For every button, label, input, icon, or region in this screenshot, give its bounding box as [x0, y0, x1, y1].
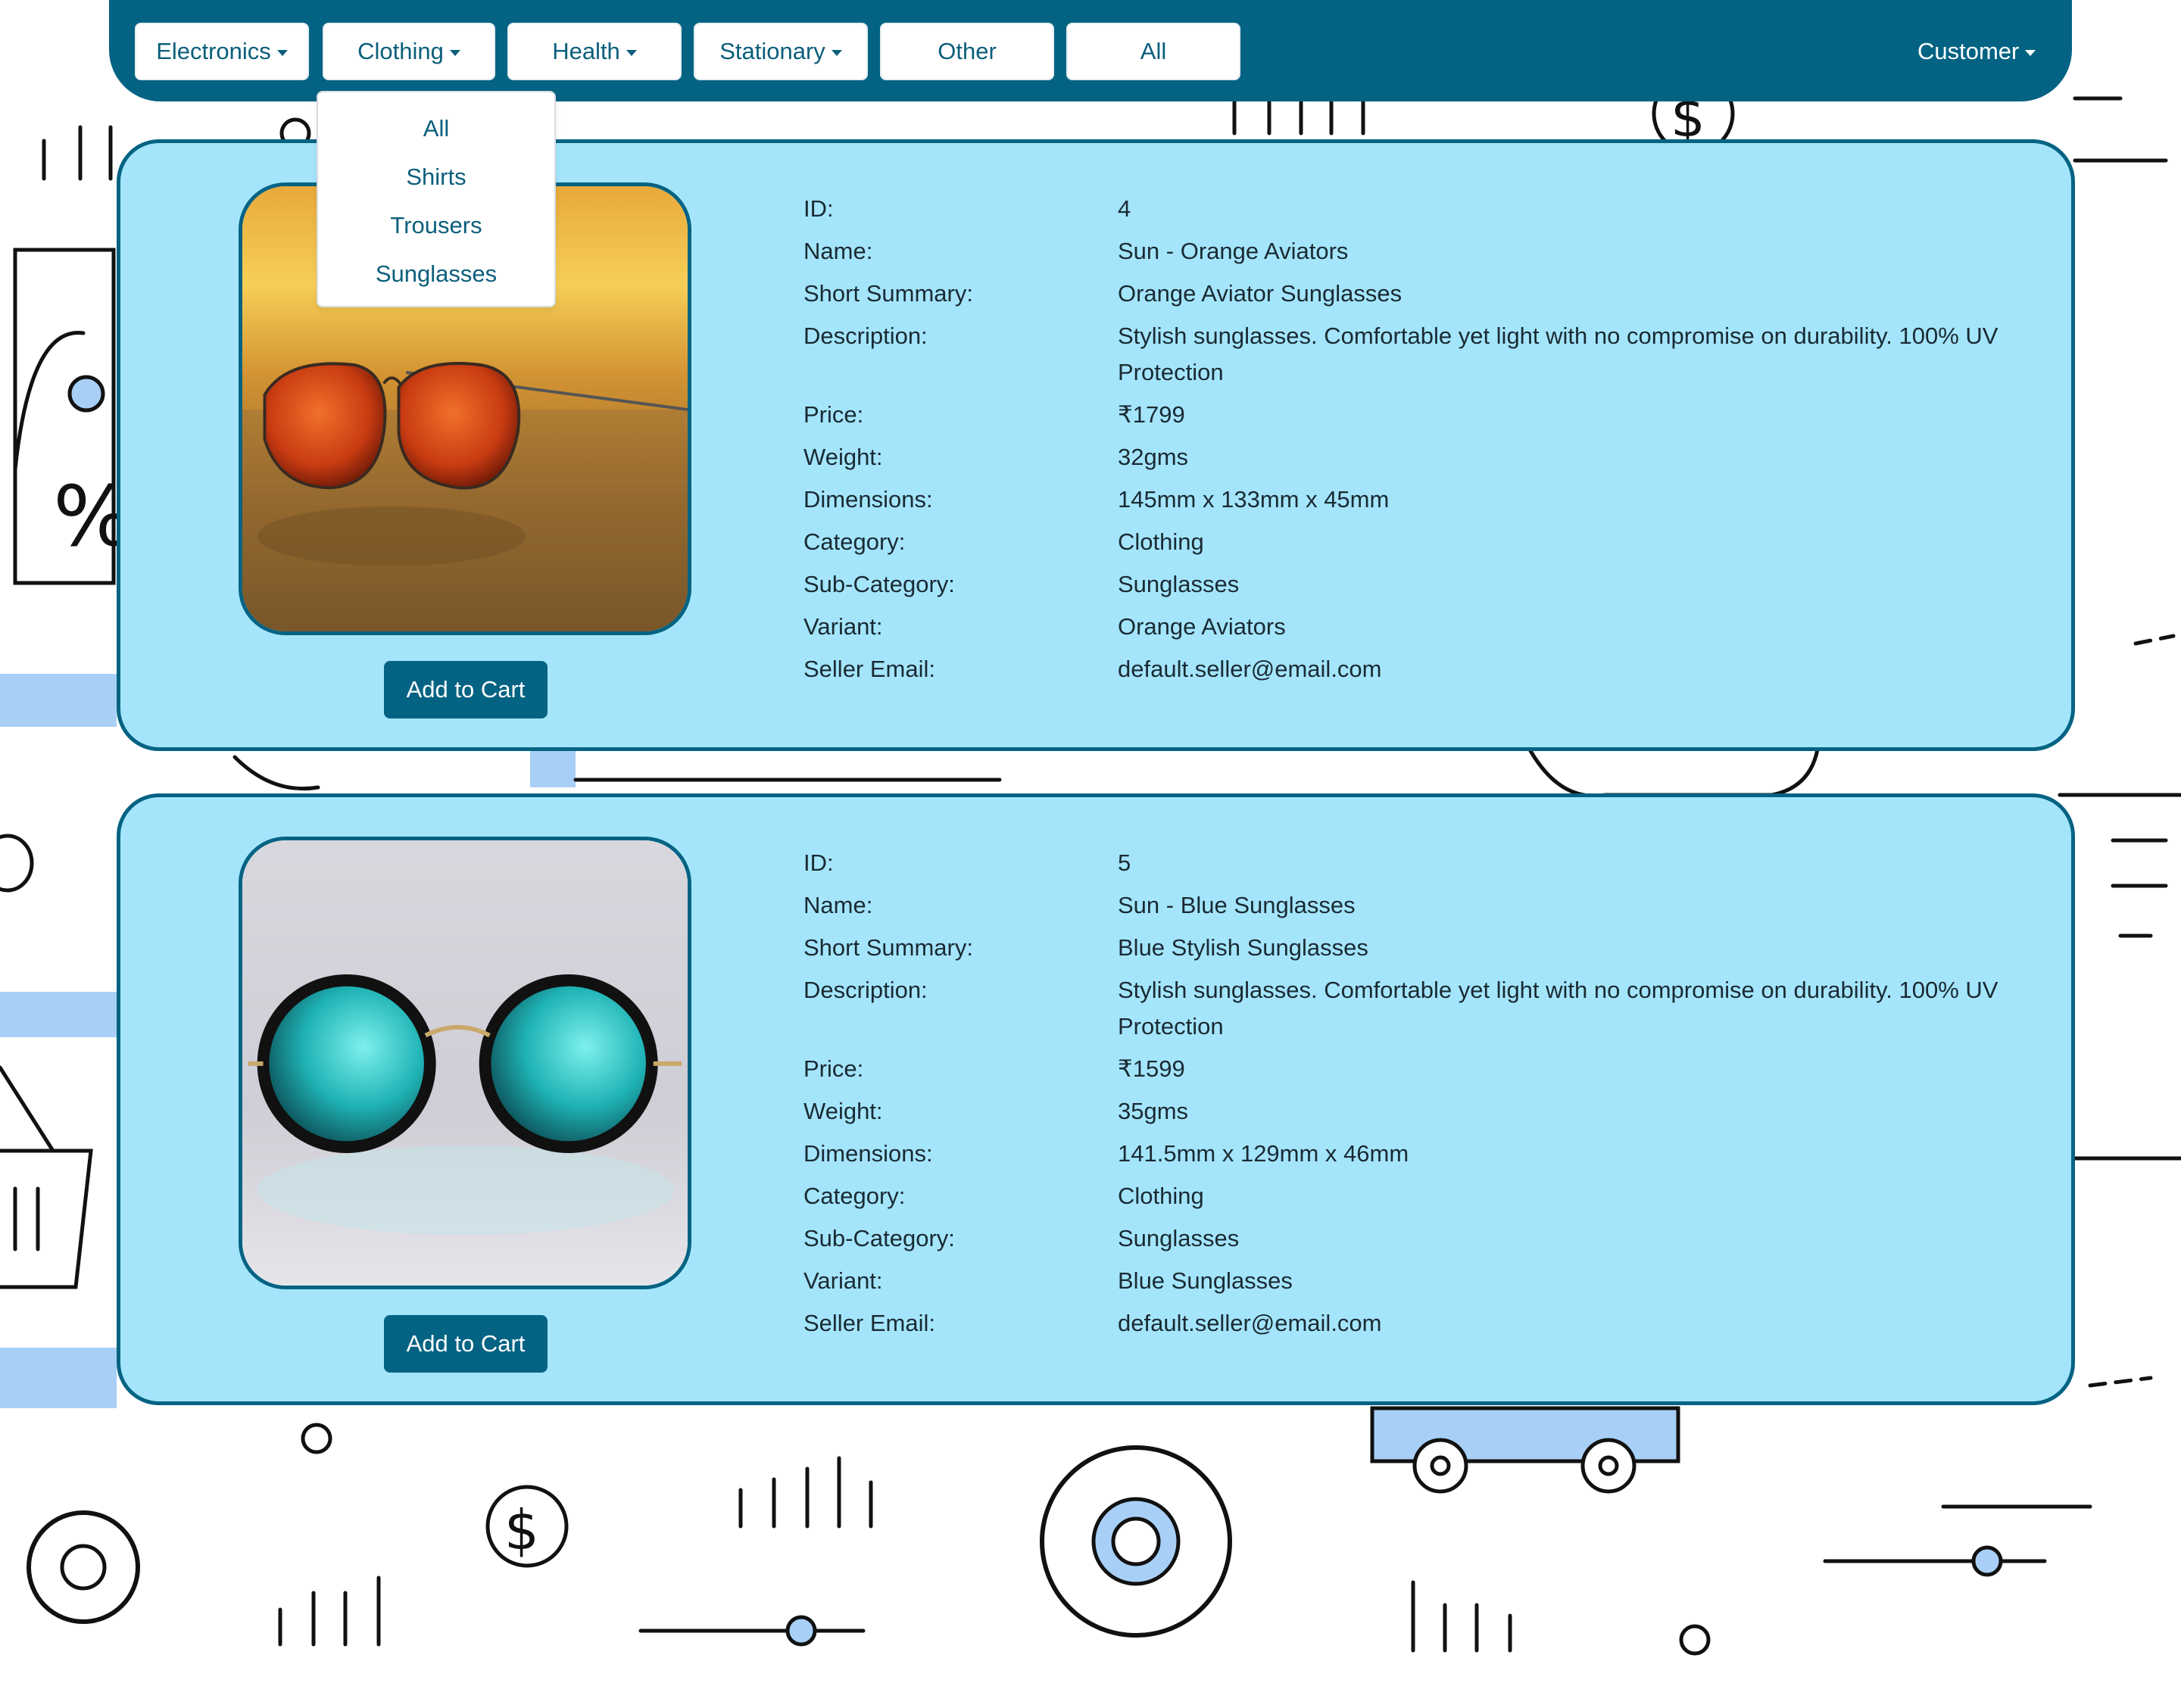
value-price: ₹1799: [1118, 401, 1185, 428]
label-dimensions: Dimensions:: [803, 486, 933, 513]
label-sub-category: Sub-Category:: [803, 571, 955, 597]
value-seller-email: default.seller@email.com: [1118, 656, 1382, 682]
nav-menu-all[interactable]: All: [1066, 23, 1240, 80]
label-seller-email: Seller Email:: [803, 1310, 935, 1336]
value-name: Sun - Blue Sunglasses: [1118, 892, 1356, 918]
value-weight: 32gms: [1118, 444, 1189, 470]
chevron-down-icon: [2025, 49, 2036, 56]
value-id: 4: [1118, 195, 1131, 222]
add-to-cart-button[interactable]: Add to Cart: [384, 1315, 548, 1373]
nav-menu-other[interactable]: Other: [880, 23, 1054, 80]
label-category: Category:: [803, 528, 906, 555]
nav-menu-health[interactable]: Health: [507, 23, 682, 80]
label-variant: Variant:: [803, 613, 883, 640]
dropdown-item-sunglasses[interactable]: Sunglasses: [318, 251, 554, 297]
nav-menu-health-label: Health: [552, 38, 620, 64]
dropdown-item-shirts[interactable]: Shirts: [318, 154, 554, 200]
nav-menu-stationary[interactable]: Stationary: [694, 23, 868, 80]
value-weight: 35gms: [1118, 1098, 1189, 1124]
blue-round-sunglasses-photo: [242, 840, 688, 1286]
label-dimensions: Dimensions:: [803, 1140, 933, 1167]
nav-menu-clothing-label: Clothing: [357, 38, 444, 64]
value-short-summary: Blue Stylish Sunglasses: [1118, 934, 1368, 961]
label-name: Name:: [803, 238, 873, 264]
value-price: ₹1599: [1118, 1055, 1185, 1082]
nav-menu-clothing[interactable]: Clothing: [323, 23, 495, 80]
label-price: Price:: [803, 1055, 864, 1082]
label-id: ID:: [803, 849, 834, 876]
dropdown-item-trousers[interactable]: Trousers: [318, 203, 554, 248]
value-name: Sun - Orange Aviators: [1118, 238, 1349, 264]
label-sub-category: Sub-Category:: [803, 1225, 955, 1251]
dropdown-item-all[interactable]: All: [318, 106, 554, 151]
value-variant: Orange Aviators: [1118, 613, 1286, 640]
label-description: Description:: [803, 977, 928, 1003]
label-seller-email: Seller Email:: [803, 656, 935, 682]
label-price: Price:: [803, 401, 864, 428]
chevron-down-icon: [831, 49, 842, 56]
nav-menu-all-label: All: [1140, 38, 1167, 64]
value-dimensions: 141.5mm x 129mm x 46mm: [1118, 1140, 1409, 1167]
value-category: Clothing: [1118, 1183, 1204, 1209]
top-navbar: Electronics Clothing Health Stationary O…: [109, 0, 2131, 101]
label-short-summary: Short Summary:: [803, 934, 973, 961]
value-variant: Blue Sunglasses: [1118, 1267, 1293, 1294]
label-short-summary: Short Summary:: [803, 280, 973, 307]
svg-text:$: $: [504, 1498, 539, 1562]
value-sub-category: Sunglasses: [1118, 1225, 1240, 1251]
value-short-summary: Orange Aviator Sunglasses: [1118, 280, 1403, 307]
chevron-down-icon: [626, 49, 637, 56]
nav-menu-electronics-label: Electronics: [156, 38, 271, 64]
chevron-down-icon: [449, 49, 460, 56]
label-weight: Weight:: [803, 1098, 883, 1124]
nav-menu-electronics[interactable]: Electronics: [135, 23, 309, 80]
nav-menu-stationary-label: Stationary: [719, 38, 825, 64]
value-seller-email: default.seller@email.com: [1118, 1310, 1382, 1336]
chevron-down-icon: [276, 49, 288, 56]
value-category: Clothing: [1118, 528, 1204, 555]
label-name: Name:: [803, 892, 873, 918]
label-variant: Variant:: [803, 1267, 883, 1294]
value-id: 5: [1118, 849, 1131, 876]
product-card: Add to Cart ID: 5 Name: Sun - Blue Sungl…: [117, 793, 2075, 1405]
clothing-dropdown-menu: All Shirts Trousers Sunglasses: [317, 91, 556, 307]
shopping-cart-icon[interactable]: [2083, 27, 2133, 77]
label-category: Category:: [803, 1183, 906, 1209]
customer-menu[interactable]: Customer: [1917, 23, 2036, 80]
customer-menu-label: Customer: [1917, 38, 2020, 64]
add-to-cart-button[interactable]: Add to Cart: [384, 661, 548, 718]
value-description: Stylish sunglasses. Comfortable yet ligh…: [1118, 977, 1998, 1039]
label-description: Description:: [803, 323, 928, 349]
label-id: ID:: [803, 195, 834, 222]
value-description: Stylish sunglasses. Comfortable yet ligh…: [1118, 323, 1998, 385]
nav-menu-other-label: Other: [938, 38, 997, 64]
value-dimensions: 145mm x 133mm x 45mm: [1118, 486, 1390, 513]
label-weight: Weight:: [803, 444, 883, 470]
value-sub-category: Sunglasses: [1118, 571, 1240, 597]
product-image: [239, 837, 691, 1289]
